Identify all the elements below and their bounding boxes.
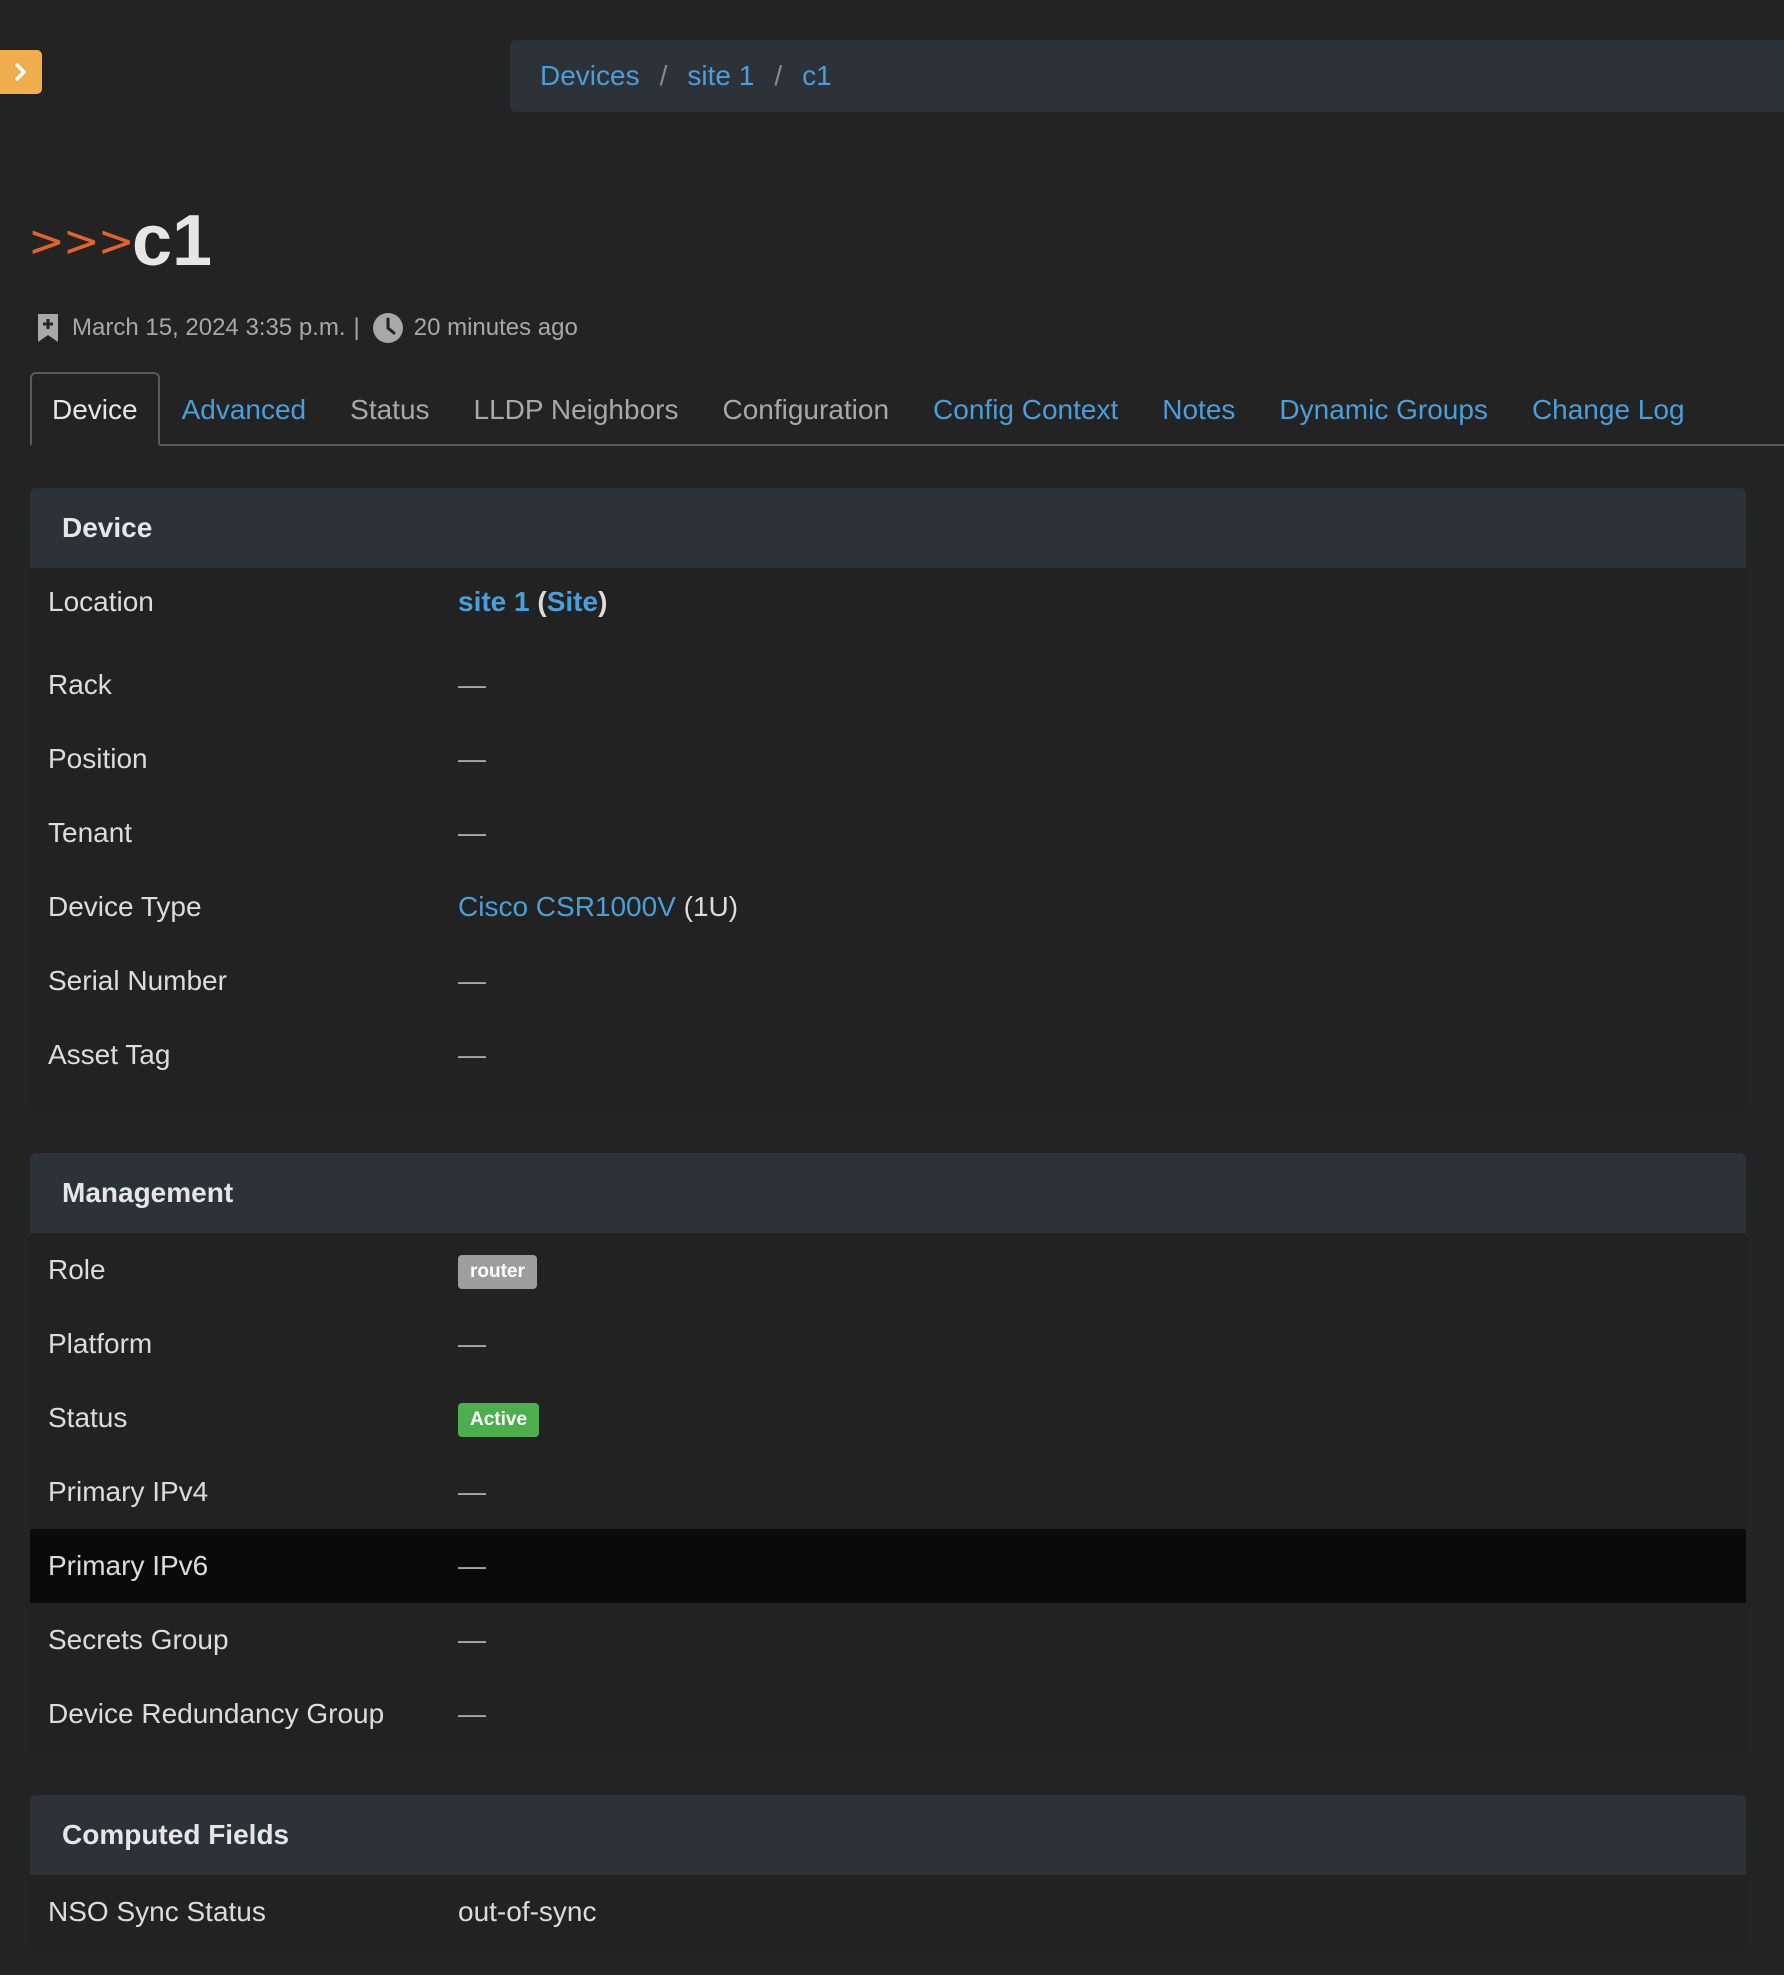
tenant-label: Tenant — [48, 817, 133, 848]
status-badge[interactable]: Active — [458, 1402, 540, 1437]
tab-advanced[interactable]: Advanced — [160, 396, 329, 444]
nso-sync-status-row: NSO Sync Status out-of-sync — [30, 1875, 1746, 1949]
nso-sync-status-value: out-of-sync — [458, 1896, 597, 1927]
tab-lldp-neighbors[interactable]: LLDP Neighbors — [452, 396, 701, 444]
rack-row: Rack — — [30, 648, 1746, 722]
serial-number-row: Serial Number — — [30, 944, 1746, 1018]
role-row: Role router — [30, 1233, 1746, 1307]
location-link[interactable]: site 1 — [458, 586, 530, 617]
location-paren-open: ( — [537, 586, 547, 617]
tab-device[interactable]: Device — [30, 372, 160, 446]
computed-fields-panel: Computed Fields NSO Sync Status out-of-s… — [30, 1795, 1746, 1951]
status-row: Status Active — [30, 1381, 1746, 1455]
role-badge[interactable]: router — [458, 1254, 537, 1289]
rack-label: Rack — [48, 669, 112, 700]
primary-ipv6-label: Primary IPv6 — [48, 1550, 209, 1581]
primary-ipv6-value: — — [458, 1550, 486, 1581]
breadcrumb-site[interactable]: site 1 — [687, 60, 754, 92]
device-type-value: Cisco CSR1000V (1U) — [458, 891, 1746, 923]
updated-relative-time: 20 minutes ago — [413, 314, 578, 341]
computed-fields-panel-heading: Computed Fields — [30, 1795, 1746, 1875]
primary-ipv4-label: Primary IPv4 — [48, 1476, 209, 1507]
tab-change-log[interactable]: Change Log — [1510, 396, 1707, 444]
status-label: Status — [48, 1402, 128, 1433]
primary-ipv6-row: Primary IPv6 — — [30, 1529, 1746, 1603]
location-paren-close: ) — [598, 586, 608, 617]
asset-tag-value: — — [458, 1039, 486, 1070]
secrets-group-label: Secrets Group — [48, 1624, 229, 1655]
asset-tag-label: Asset Tag — [48, 1039, 171, 1070]
secrets-group-value: — — [458, 1624, 486, 1655]
asset-tag-row: Asset Tag — — [30, 1018, 1746, 1092]
platform-row: Platform — — [30, 1307, 1746, 1381]
device-type-link[interactable]: Cisco CSR1000V — [458, 891, 676, 922]
location-type-link[interactable]: Site — [547, 586, 598, 617]
tab-status[interactable]: Status — [328, 396, 451, 444]
device-type-label: Device Type — [48, 891, 202, 922]
tab-config-context[interactable]: Config Context — [911, 396, 1140, 444]
breadcrumb-separator: / — [774, 60, 783, 91]
position-row: Position — — [30, 722, 1746, 796]
management-panel: Management Role router Platform — Status… — [30, 1153, 1746, 1753]
breadcrumb-devices[interactable]: Devices — [540, 60, 640, 92]
tab-dynamic-groups[interactable]: Dynamic Groups — [1257, 396, 1510, 444]
timestamp-meta: March 15, 2024 3:35 p.m. | 20 minutes ag… — [34, 312, 578, 344]
serial-number-value: — — [458, 965, 486, 996]
tenant-value: — — [458, 817, 486, 848]
tab-notes[interactable]: Notes — [1140, 396, 1257, 444]
page-header: >>> c1 — [28, 205, 212, 277]
rack-value: — — [458, 669, 486, 700]
tab-bar: Device Advanced Status LLDP Neighbors Co… — [30, 370, 1784, 446]
position-label: Position — [48, 743, 148, 774]
breadcrumb-device[interactable]: c1 — [802, 60, 832, 92]
platform-label: Platform — [48, 1328, 153, 1359]
created-timestamp: March 15, 2024 3:35 p.m. — [72, 314, 346, 341]
device-type-row: Device Type Cisco CSR1000V (1U) — [30, 870, 1746, 944]
chevrons-icon: >>> — [28, 215, 135, 267]
position-value: — — [458, 743, 486, 774]
location-row: Location site 1 (Site) — [30, 568, 1746, 648]
role-label: Role — [48, 1254, 106, 1285]
serial-number-label: Serial Number — [48, 965, 227, 996]
device-panel: Device Location site 1 (Site) Rack — Pos… — [30, 488, 1746, 1108]
device-redundancy-group-row: Device Redundancy Group — — [30, 1677, 1746, 1751]
location-value: site 1 (Site) — [458, 586, 1746, 618]
device-redundancy-group-label: Device Redundancy Group — [48, 1698, 385, 1729]
primary-ipv4-value: — — [458, 1476, 486, 1507]
tab-configuration[interactable]: Configuration — [700, 396, 911, 444]
management-panel-heading: Management — [30, 1153, 1746, 1233]
meta-divider: | — [353, 314, 360, 341]
device-type-height: (1U) — [683, 891, 739, 922]
device-redundancy-group-value: — — [458, 1698, 486, 1729]
secrets-group-row: Secrets Group — — [30, 1603, 1746, 1677]
chevron-right-icon — [15, 63, 26, 81]
location-label: Location — [48, 586, 154, 617]
device-panel-heading: Device — [30, 488, 1746, 568]
bookmark-icon — [38, 314, 58, 342]
breadcrumb-separator: / — [659, 60, 668, 91]
role-value: router — [458, 1252, 1746, 1289]
page-title: c1 — [132, 201, 213, 281]
sidebar-toggle-button[interactable] — [0, 50, 42, 94]
tenant-row: Tenant — — [30, 796, 1746, 870]
nso-sync-status-label: NSO Sync Status — [48, 1896, 266, 1927]
breadcrumb: Devices / site 1 / c1 — [510, 40, 1784, 112]
primary-ipv4-row: Primary IPv4 — — [30, 1455, 1746, 1529]
platform-value: — — [458, 1328, 486, 1359]
status-value: Active — [458, 1400, 1746, 1437]
clock-icon — [372, 313, 403, 343]
